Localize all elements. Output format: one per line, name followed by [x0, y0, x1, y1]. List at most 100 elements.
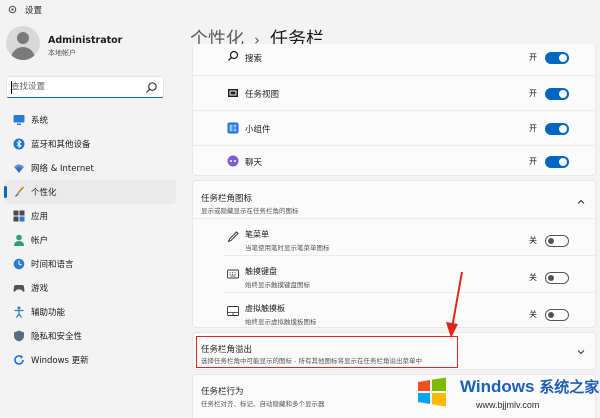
sidebar-item-gaming[interactable]: 游戏	[4, 276, 176, 300]
row-description: 始终显示触摸键盘图标	[245, 281, 310, 289]
taskbar-items-card: 搜索 开 任务视图 开 小组件 开 聊天 开	[192, 44, 596, 176]
pen-icon	[227, 231, 239, 243]
pen-menu-toggle[interactable]	[545, 235, 569, 247]
sidebar-item-label: 游戏	[31, 284, 49, 294]
text-caret	[11, 81, 12, 94]
annotation-highlight-box	[196, 336, 458, 368]
keyboard-icon	[227, 269, 239, 279]
row-label: 虚拟触摸板	[245, 304, 285, 313]
chevron-down-icon[interactable]	[576, 347, 586, 357]
sidebar-item-label: 系统	[31, 116, 49, 126]
watermark: Windows 系统之家 www.bjjmlv.com	[410, 372, 600, 418]
virtual-touchpad-toggle[interactable]	[545, 309, 569, 321]
row-description: 始终显示虚拟触摸板图标	[245, 318, 317, 326]
sidebar-item-system[interactable]: 系统	[4, 108, 176, 132]
corner-item-touch-keyboard[interactable]: 触摸键盘 始终显示触摸键盘图标 关	[193, 256, 597, 292]
toggle-state: 关	[529, 273, 537, 282]
section-description: 显示或隐藏显示在任务栏角的图标	[201, 207, 299, 215]
search-icon	[228, 50, 239, 61]
gamepad-icon	[13, 285, 25, 292]
widgets-toggle[interactable]	[545, 123, 569, 135]
shield-icon	[14, 330, 24, 342]
sidebar-item-label: 网络 & Internet	[31, 164, 94, 174]
corner-icons-header[interactable]: 任务栏角图标 显示或隐藏显示在任务栏角的图标	[193, 181, 597, 217]
accessibility-icon	[14, 306, 24, 318]
search-icon[interactable]	[145, 81, 158, 94]
active-indicator	[4, 186, 7, 198]
sidebar-item-bluetooth[interactable]: 蓝牙和其他设备	[4, 132, 176, 156]
taskbar-item-chat[interactable]: 聊天 开	[193, 146, 595, 175]
search-box[interactable]	[6, 76, 164, 98]
row-label: 笔菜单	[245, 230, 269, 239]
update-icon	[14, 355, 24, 365]
task-view-icon	[228, 89, 238, 97]
toggle-state: 开	[529, 53, 537, 62]
taskbar-item-task-view[interactable]: 任务视图 开	[193, 76, 595, 110]
user-name: Administrator	[48, 35, 123, 46]
touch-keyboard-toggle[interactable]	[545, 272, 569, 284]
sidebar-item-label: 隐私和安全性	[31, 332, 83, 342]
sidebar-item-privacy[interactable]: 隐私和安全性	[4, 324, 176, 348]
section-title: 任务栏角图标	[201, 194, 253, 204]
window-title: 设置	[25, 6, 43, 16]
row-label: 触摸键盘	[245, 267, 277, 276]
sidebar-item-accessibility[interactable]: 辅助功能	[4, 300, 176, 324]
sidebar-item-label: 帐户	[31, 236, 49, 246]
bluetooth-icon	[13, 138, 25, 150]
sidebar-item-label: 时间和语言	[31, 260, 74, 270]
sidebar-item-network[interactable]: 网络 & Internet	[4, 156, 176, 180]
sidebar-item-personalization[interactable]: 个性化	[4, 180, 176, 204]
corner-icons-card: 任务栏角图标 显示或隐藏显示在任务栏角的图标 笔菜单 当笔使用笔时显示笔菜单图标…	[192, 180, 597, 329]
search-toggle[interactable]	[545, 52, 569, 64]
chat-icon	[227, 155, 239, 167]
watermark-brand-cn: 系统之家	[539, 379, 600, 396]
annotation-arrow	[446, 271, 463, 338]
row-description: 当笔使用笔时显示笔菜单图标	[245, 244, 330, 252]
taskbar-item-search[interactable]: 搜索 开	[193, 44, 595, 66]
toggle-state: 关	[529, 236, 537, 245]
section-description: 任务栏对齐、标记、自动隐藏和多个显示器	[201, 400, 325, 408]
chat-toggle[interactable]	[545, 156, 569, 168]
corner-item-pen-menu[interactable]: 笔菜单 当笔使用笔时显示笔菜单图标 关	[193, 219, 597, 255]
widgets-icon	[227, 122, 239, 134]
toggle-state: 开	[529, 89, 537, 98]
wifi-icon	[14, 164, 24, 173]
chevron-up-icon[interactable]	[576, 197, 586, 207]
sidebar-item-accounts[interactable]: 帐户	[4, 228, 176, 252]
row-label: 聊天	[245, 158, 263, 168]
watermark-brand: Windows	[460, 377, 535, 396]
settings-gear-icon	[8, 5, 17, 14]
row-label: 搜索	[245, 54, 263, 64]
sidebar-item-label: 应用	[31, 212, 49, 222]
globe-clock-icon	[13, 258, 25, 270]
monitor-icon	[13, 115, 25, 125]
row-label: 任务视图	[245, 90, 280, 100]
sidebar-item-label: Windows 更新	[31, 356, 89, 366]
taskbar-item-widgets[interactable]: 小组件 开	[193, 111, 595, 145]
row-label: 小组件	[245, 125, 271, 135]
avatar	[6, 26, 40, 60]
apps-icon	[13, 210, 25, 222]
sidebar-item-windows-update[interactable]: Windows 更新	[4, 348, 176, 372]
watermark-url: www.bjjmlv.com	[476, 400, 540, 410]
sidebar-item-apps[interactable]: 应用	[4, 204, 176, 228]
title-bar: 设置	[0, 0, 600, 20]
toggle-state: 开	[529, 124, 537, 133]
sidebar-nav: 系统 蓝牙和其他设备 网络 & Internet 个性化 应用 帐户 时间和语言…	[0, 108, 180, 372]
sidebar-item-time-language[interactable]: 时间和语言	[4, 252, 176, 276]
toggle-state: 关	[529, 310, 537, 319]
section-title: 任务栏行为	[201, 387, 244, 397]
sidebar-item-label: 辅助功能	[31, 308, 66, 318]
sidebar-item-label: 个性化	[31, 188, 57, 198]
user-profile[interactable]: Administrator 本地帐户	[6, 26, 176, 66]
touchpad-icon	[227, 306, 239, 316]
search-input[interactable]	[11, 80, 139, 94]
toggle-state: 开	[529, 157, 537, 166]
sidebar-item-label: 蓝牙和其他设备	[31, 140, 91, 150]
person-icon	[14, 234, 24, 246]
corner-item-virtual-touchpad[interactable]: 虚拟触摸板 始终显示虚拟触摸板图标 关	[193, 293, 597, 329]
account-type: 本地帐户	[48, 49, 76, 57]
windows-logo-icon	[418, 377, 446, 407]
brush-icon	[15, 186, 25, 197]
task-view-toggle[interactable]	[545, 88, 569, 100]
